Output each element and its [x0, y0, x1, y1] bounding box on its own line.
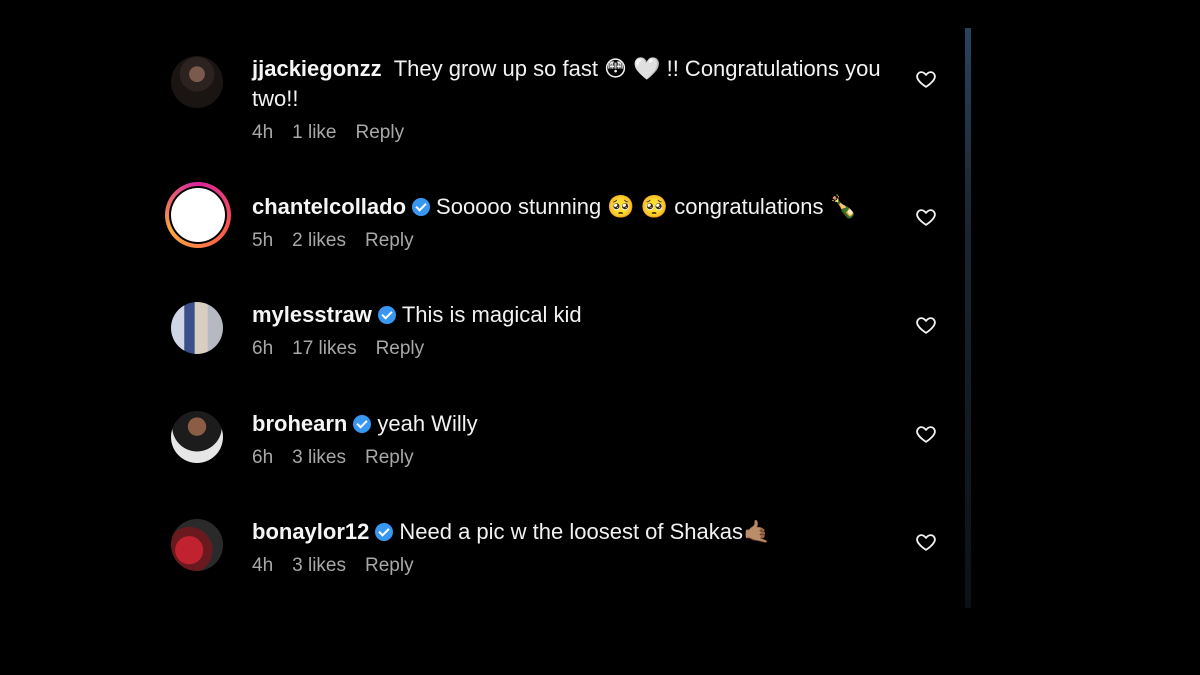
comment-likes[interactable]: 3 likes — [292, 447, 346, 469]
reply-button[interactable]: Reply — [356, 122, 405, 144]
story-ring-avatar[interactable] — [165, 182, 231, 248]
comment-time: 4h — [252, 555, 274, 576]
verified-badge-icon — [375, 523, 394, 541]
comment-body: chantelcollado Sooooo stunning 🥺 🥺 congra… — [252, 192, 955, 252]
verified-badge-icon — [377, 306, 396, 324]
comment-likes[interactable]: 2 likes — [292, 230, 346, 252]
heart-outline-icon[interactable] — [915, 423, 937, 445]
comment-item: mylesstraw This is magical kid 6h 17 like… — [165, 300, 955, 409]
comment-likes[interactable]: 17 likes — [292, 338, 356, 360]
comment-time: 6h — [252, 338, 274, 359]
comment-body: mylesstraw This is magical kid 6h 17 like… — [252, 300, 955, 360]
comment-item: bonaylor12 Need a pic w the loosest of Sh… — [165, 517, 955, 617]
comment-text-continuation: two!! — [252, 86, 299, 111]
avatar[interactable] — [171, 411, 223, 463]
comment-text-line: mylesstraw This is magical kid — [252, 300, 895, 330]
avatar[interactable] — [171, 519, 223, 571]
reply-button[interactable]: Reply — [365, 230, 414, 252]
heart-outline-icon[interactable] — [915, 206, 937, 228]
comment-username[interactable]: jjackiegonzz — [252, 56, 382, 81]
verified-badge-icon — [412, 198, 431, 216]
comment-username[interactable]: brohearn — [252, 411, 347, 436]
comment-text-line: jjackiegonzz They grow up so fast 😳 🤍 !!… — [252, 54, 895, 84]
comment-text: Sooooo stunning 🥺 🥺 congratulations 🍾 — [436, 194, 858, 219]
comment-meta: 6h 3 likes Reply — [252, 447, 895, 469]
heart-outline-icon[interactable] — [915, 531, 937, 553]
comment-item: brohearn yeah Willy 6h 3 likes Reply — [165, 409, 955, 517]
reply-button[interactable]: Reply — [376, 338, 425, 360]
comment-list: jjackiegonzz They grow up so fast 😳 🤍 !!… — [165, 54, 955, 617]
avatar[interactable] — [171, 56, 223, 108]
heart-outline-icon[interactable] — [915, 68, 937, 90]
comment-likes[interactable]: 1 like — [292, 122, 336, 144]
comments-panel: jjackiegonzz They grow up so fast 😳 🤍 !!… — [0, 0, 1200, 675]
comment-meta: 4h 1 like Reply — [252, 122, 895, 144]
comment-username[interactable]: mylesstraw — [252, 302, 372, 327]
comment-likes[interactable]: 3 likes — [292, 555, 346, 577]
scrollbar[interactable] — [965, 28, 971, 608]
comment-meta: 4h 3 likes Reply — [252, 555, 895, 577]
reply-button[interactable]: Reply — [365, 555, 414, 577]
comment-time: 4h — [252, 122, 274, 143]
comment-text-line: chantelcollado Sooooo stunning 🥺 🥺 congra… — [252, 192, 895, 222]
avatar-logo — [171, 188, 225, 242]
comment-username[interactable]: chantelcollado — [252, 194, 406, 219]
comment-text: yeah Willy — [377, 411, 478, 436]
comment-username[interactable]: bonaylor12 — [252, 519, 369, 544]
comment-body: brohearn yeah Willy 6h 3 likes Reply — [252, 409, 955, 469]
comment-meta: 6h 17 likes Reply — [252, 338, 895, 360]
comment-text: This is magical kid — [401, 302, 582, 327]
avatar-inner — [169, 186, 227, 244]
comment-text-line: bonaylor12 Need a pic w the loosest of Sh… — [252, 517, 895, 547]
comment-text-line: brohearn yeah Willy — [252, 409, 895, 439]
comment-body: bonaylor12 Need a pic w the loosest of Sh… — [252, 517, 955, 577]
comment-item: jjackiegonzz They grow up so fast 😳 🤍 !!… — [165, 54, 955, 192]
comment-meta: 5h 2 likes Reply — [252, 230, 895, 252]
avatar[interactable] — [171, 302, 223, 354]
comment-time: 5h — [252, 230, 274, 251]
reply-button[interactable]: Reply — [365, 447, 414, 469]
comment-item: chantelcollado Sooooo stunning 🥺 🥺 congra… — [165, 182, 955, 300]
comment-text: Need a pic w the loosest of Shakas🤙🏽 — [399, 519, 771, 544]
heart-outline-icon[interactable] — [915, 314, 937, 336]
comment-body: jjackiegonzz They grow up so fast 😳 🤍 !!… — [252, 54, 955, 144]
comment-text: They grow up so fast 😳 🤍 !! Congratulati… — [393, 56, 881, 81]
verified-badge-icon — [353, 415, 372, 433]
comment-time: 6h — [252, 447, 274, 468]
